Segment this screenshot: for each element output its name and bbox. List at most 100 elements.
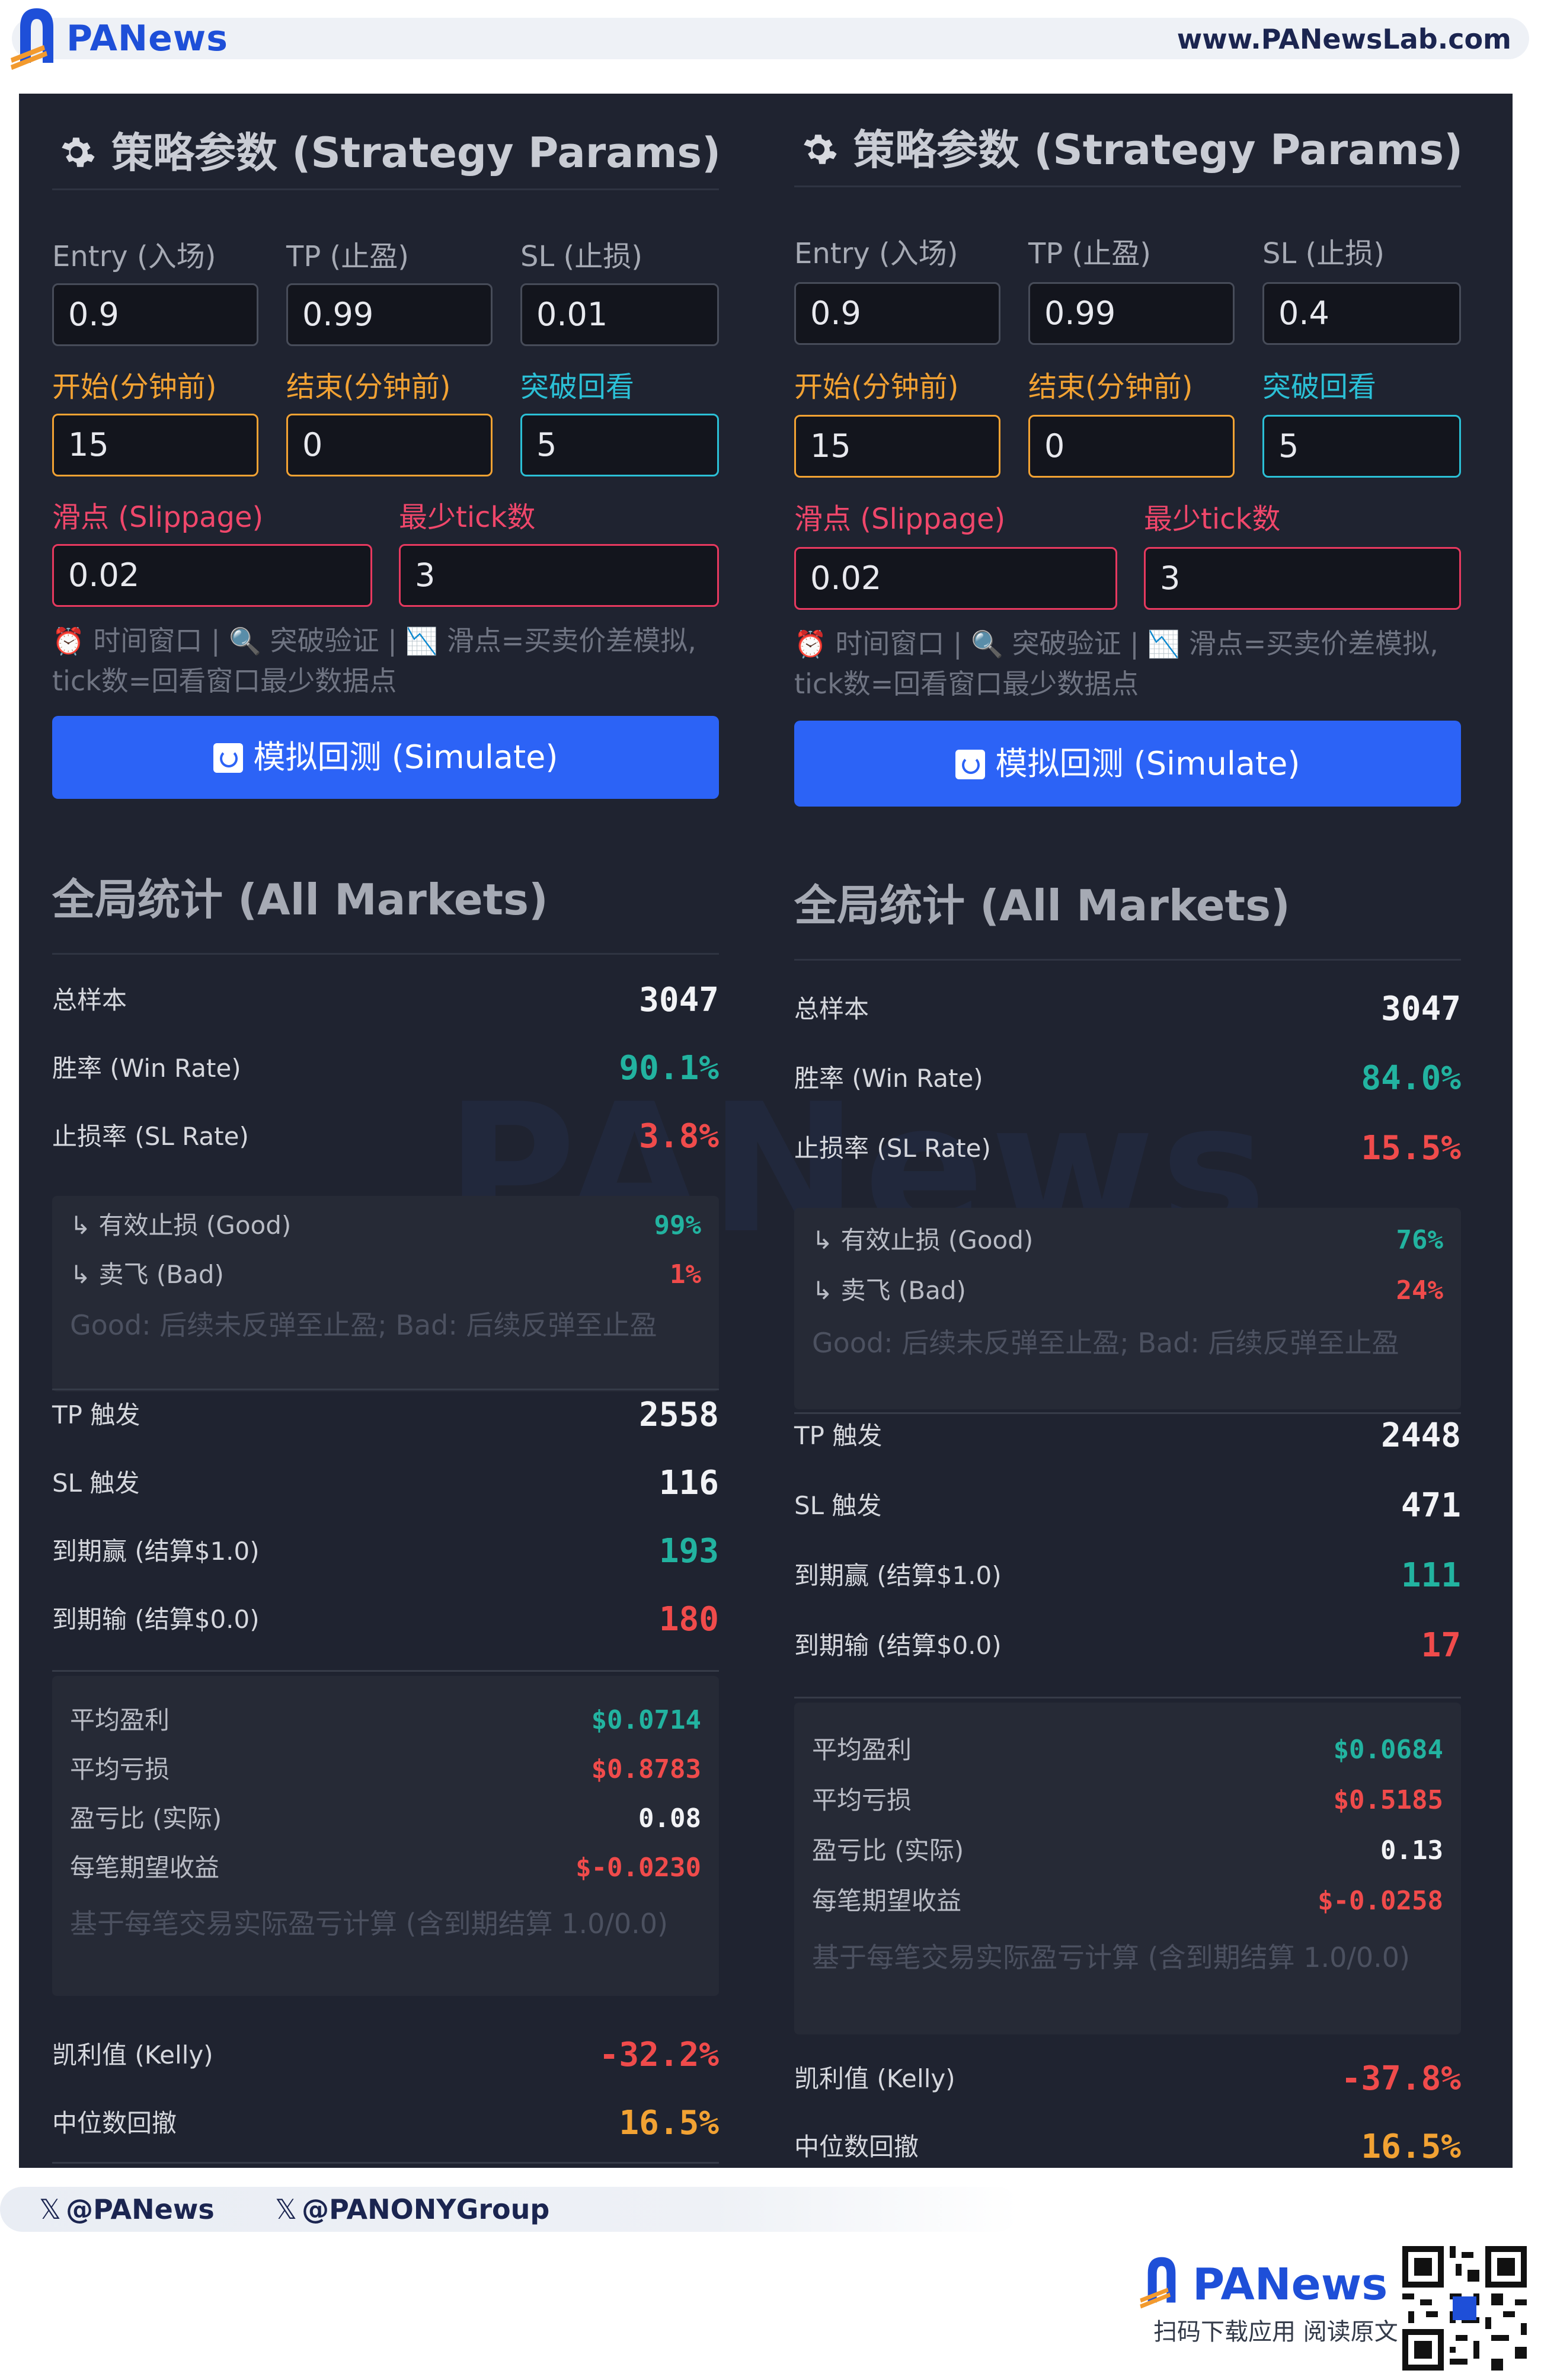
min-tick-label: 最少tick数 <box>399 501 536 534</box>
breakout-lookback-label: 突破回看 <box>1262 370 1377 404</box>
sl-good-row: ↳ 有效止损 (Good) 99% <box>70 1210 701 1240</box>
divider <box>52 1389 719 1390</box>
tp-input[interactable]: 0.99 <box>1028 282 1235 345</box>
slippage-label: 滑点 (Slippage) <box>794 503 1006 536</box>
stats-title: 全局统计 (All Markets) <box>52 864 719 955</box>
pl-ratio-row: 盈亏比 (实际) 0.08 <box>70 1803 701 1834</box>
stat-row-win-rate: 胜率 (Win Rate) 90.1% <box>52 1049 719 1087</box>
refresh-icon <box>955 750 985 779</box>
section-title: 策略参数 (Strategy Params) <box>794 120 1463 187</box>
stat-row-kelly: 凯利值 (Kelly) -37.8% <box>794 2059 1461 2098</box>
stat-row-total: 总样本 3047 <box>52 981 719 1019</box>
site-url[interactable]: www.PANewsLab.com <box>1177 23 1511 56</box>
entry-label: Entry (入场) <box>794 237 958 270</box>
sl-breakdown-box: ↳ 有效止损 (Good) 99% ↳ 卖飞 (Bad) 1% Good: 后续… <box>52 1196 719 1391</box>
pnl-note: 基于每笔交易实际盈亏计算 (含到期结算 1.0/0.0) <box>70 1908 668 1940</box>
alarm-clock-icon: ⏰ <box>794 629 827 660</box>
avg-loss-row: 平均亏损 $0.5185 <box>812 1785 1443 1815</box>
pnl-box: 平均盈利 $0.0684 平均亏损 $0.5185 盈亏比 (实际) 0.13 … <box>794 1703 1461 2034</box>
entry-label: Entry (入场) <box>52 240 216 273</box>
end-minutes-input[interactable]: 0 <box>286 414 493 476</box>
stat-row-median-drawdown: 中位数回撤 16.5% <box>52 2104 719 2142</box>
expected-return-row: 每笔期望收益 $-0.0230 <box>70 1853 701 1883</box>
sl-input[interactable]: 0.4 <box>1262 282 1461 345</box>
brand-name: PANews <box>66 18 228 59</box>
x-handle-panonygroup[interactable]: 𝕏 @PANONYGroup <box>275 2193 549 2226</box>
entry-input[interactable]: 0.9 <box>794 282 1000 345</box>
stats-title: 全局统计 (All Markets) <box>794 870 1461 961</box>
breakout-lookback-label: 突破回看 <box>520 370 635 404</box>
slippage-input[interactable]: 0.02 <box>52 544 372 607</box>
sl-breakdown-box: ↳ 有效止损 (Good) 76% ↳ 卖飞 (Bad) 24% Good: 后… <box>794 1208 1461 1409</box>
chart-down-icon: 📉 <box>405 626 439 657</box>
refresh-icon <box>213 743 243 773</box>
params-hint: ⏰ 时间窗口 | 🔍 突破验证 | 📉 滑点=买卖价差模拟, tick数=回看窗… <box>794 624 1461 703</box>
magnifier-icon: 🔍 <box>971 629 1003 660</box>
stat-row-kelly: 凯利值 (Kelly) -32.2% <box>52 2036 719 2074</box>
params-hint: ⏰ 时间窗口 | 🔍 突破验证 | 📉 滑点=买卖价差模拟, tick数=回看窗… <box>52 621 719 700</box>
slippage-input[interactable]: 0.02 <box>794 547 1117 610</box>
entry-input[interactable]: 0.9 <box>52 283 258 346</box>
stat-row-tp-trigger: TP 触发 2558 <box>52 1396 719 1434</box>
stat-row-median-drawdown: 中位数回撤 16.5% <box>794 2128 1461 2166</box>
qr-code-icon[interactable] <box>1402 2246 1527 2371</box>
x-logo-icon: 𝕏 <box>275 2193 298 2225</box>
sl-breakdown-note: Good: 后续未反弹至止盈; Bad: 后续反弹至止盈 <box>70 1309 657 1341</box>
end-minutes-label: 结束(分钟前) <box>286 370 451 404</box>
stat-row-sl-trigger: SL 触发 116 <box>52 1464 719 1502</box>
sl-bad-row: ↳ 卖飞 (Bad) 24% <box>812 1275 1443 1306</box>
stat-row-sl-rate: 止损率 (SL Rate) 15.5% <box>794 1129 1461 1167</box>
sl-breakdown-note: Good: 后续未反弹至止盈; Bad: 后续反弹至止盈 <box>812 1327 1399 1359</box>
expected-return-row: 每笔期望收益 $-0.0258 <box>812 1886 1443 1916</box>
avg-profit-row: 平均盈利 $0.0714 <box>70 1705 701 1735</box>
tp-label: TP (止盈) <box>286 240 409 273</box>
stat-row-expiry-win: 到期赢 (结算$1.0) 111 <box>794 1556 1461 1595</box>
divider <box>52 1670 719 1672</box>
sl-input[interactable]: 0.01 <box>520 283 719 346</box>
simulate-button[interactable]: 模拟回测 (Simulate) <box>794 721 1461 807</box>
pl-ratio-row: 盈亏比 (实际) 0.13 <box>812 1835 1443 1866</box>
avg-loss-row: 平均亏损 $0.8783 <box>70 1754 701 1784</box>
footer-brand-name: PANews <box>1192 2259 1388 2310</box>
stat-row-sl-rate: 止损率 (SL Rate) 3.8% <box>52 1117 719 1156</box>
stat-row-expiry-lose: 到期输 (结算$0.0) 180 <box>52 1600 719 1639</box>
sl-label: SL (止损) <box>1262 237 1385 270</box>
section-title: 策略参数 (Strategy Params) <box>52 123 721 190</box>
x-handle-panews[interactable]: 𝕏 @PANews <box>39 2193 215 2226</box>
sl-bad-row: ↳ 卖飞 (Bad) 1% <box>70 1259 701 1290</box>
magnifier-icon: 🔍 <box>229 626 261 657</box>
stat-row-total: 总样本 3047 <box>794 990 1461 1028</box>
stat-row-tp-trigger: TP 触发 2448 <box>794 1416 1461 1455</box>
gear-icon <box>62 137 95 167</box>
end-minutes-label: 结束(分钟前) <box>1028 370 1193 404</box>
divider <box>794 1697 1461 1698</box>
screenshot-panel: PANews 策略参数 (Strategy Params) Entry (入场)… <box>19 94 1513 2168</box>
start-minutes-label: 开始(分钟前) <box>794 370 959 404</box>
breakout-lookback-input[interactable]: 5 <box>1262 415 1461 478</box>
stat-row-sl-trigger: SL 触发 471 <box>794 1486 1461 1525</box>
stat-row-expiry-lose: 到期输 (结算$0.0) 17 <box>794 1626 1461 1665</box>
start-minutes-label: 开始(分钟前) <box>52 370 217 404</box>
simulate-button[interactable]: 模拟回测 (Simulate) <box>52 716 719 799</box>
pnl-note: 基于每笔交易实际盈亏计算 (含到期结算 1.0/0.0) <box>812 1941 1410 1973</box>
alarm-clock-icon: ⏰ <box>52 626 85 657</box>
panews-logo-icon <box>11 8 53 70</box>
avg-profit-row: 平均盈利 $0.0684 <box>812 1735 1443 1765</box>
x-logo-icon: 𝕏 <box>39 2193 62 2225</box>
stat-row-expiry-win: 到期赢 (结算$1.0) 193 <box>52 1532 719 1570</box>
panews-logo-icon <box>1140 2257 1176 2309</box>
breakout-lookback-input[interactable]: 5 <box>520 414 719 476</box>
tp-input[interactable]: 0.99 <box>286 283 493 346</box>
footer-caption: 扫码下载应用 阅读原文 <box>1153 2318 1398 2346</box>
min-tick-label: 最少tick数 <box>1144 503 1281 536</box>
min-tick-input[interactable]: 3 <box>399 544 719 607</box>
pnl-box: 平均盈利 $0.0714 平均亏损 $0.8783 盈亏比 (实际) 0.08 … <box>52 1676 719 1996</box>
end-minutes-input[interactable]: 0 <box>1028 415 1235 478</box>
sl-label: SL (止损) <box>520 240 642 273</box>
chart-down-icon: 📉 <box>1147 629 1181 660</box>
divider <box>52 2162 719 2164</box>
min-tick-input[interactable]: 3 <box>1144 547 1461 610</box>
start-minutes-input[interactable]: 15 <box>794 415 1000 478</box>
start-minutes-input[interactable]: 15 <box>52 414 258 476</box>
page-header: PANews www.PANewsLab.com <box>0 0 1541 89</box>
